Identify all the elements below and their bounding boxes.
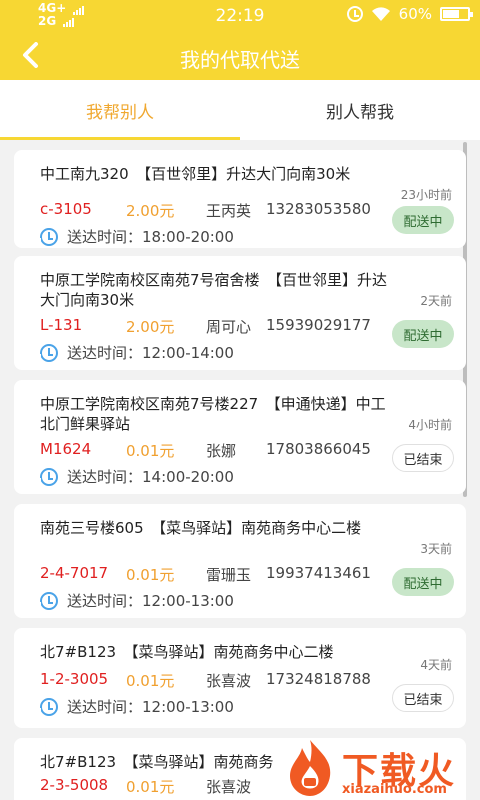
recipient-name: 周可心 bbox=[206, 318, 252, 336]
order-card[interactable]: 北7#B123 【菜鸟驿站】南苑商务中心二楼 1-2-3005 0.01元 张喜… bbox=[14, 628, 466, 728]
status-badge: 配送中 bbox=[392, 206, 454, 234]
delivery-time-label: 送达时间： bbox=[67, 592, 143, 610]
order-card[interactable]: 中工南九320 【百世邻里】升达大门向南30米 c-3105 2.00元 王丙英… bbox=[14, 150, 466, 248]
tab-others-help-me[interactable]: 别人帮我 bbox=[240, 80, 480, 140]
delivery-time-range: 12:00-13:00 bbox=[142, 591, 234, 610]
posted-time: 4小时前 bbox=[408, 418, 452, 432]
status-badge: 配送中 bbox=[392, 568, 454, 596]
status-badge: 配送中 bbox=[392, 320, 454, 348]
tab-help-others[interactable]: 我帮别人 bbox=[0, 80, 240, 140]
order-price: 0.01元 bbox=[126, 778, 175, 796]
order-price: 0.01元 bbox=[126, 442, 175, 460]
posted-time: 4天前 bbox=[420, 658, 452, 672]
delivery-time-range: 18:00-20:00 bbox=[142, 227, 234, 246]
pickup-code: L-131 bbox=[40, 316, 83, 334]
order-price: 0.01元 bbox=[126, 566, 175, 584]
alarm-icon bbox=[346, 6, 363, 22]
recipient-phone: 15939029177 bbox=[266, 316, 371, 334]
posted-time: 3天前 bbox=[420, 542, 452, 556]
status-badge: 已结束 bbox=[392, 684, 454, 712]
order-price: 2.00元 bbox=[126, 318, 175, 336]
app-header: 4G+ 2G 22:19 60% 我的代取代送 bbox=[0, 0, 480, 80]
order-list[interactable]: 中工南九320 【百世邻里】升达大门向南30米 c-3105 2.00元 王丙英… bbox=[0, 140, 480, 800]
order-price: 0.01元 bbox=[126, 672, 175, 690]
recipient-phone: 17324818788 bbox=[266, 670, 371, 688]
pickup-code: M1624 bbox=[40, 440, 92, 458]
status-bar: 4G+ 2G 22:19 60% bbox=[0, 0, 480, 30]
order-address: 北7#B123 【菜鸟驿站】南苑商务中心二楼 bbox=[40, 643, 334, 661]
delivery-time-range: 12:00-13:00 bbox=[142, 697, 234, 716]
recipient-phone: 17803866045 bbox=[266, 440, 371, 458]
pickup-code: c-3105 bbox=[40, 200, 92, 218]
clock-icon bbox=[38, 591, 58, 610]
order-address: 中工南九320 【百世邻里】升达大门向南30米 bbox=[40, 165, 351, 183]
delivery-time-range: 12:00-14:00 bbox=[142, 343, 234, 362]
recipient-phone: 13283053580 bbox=[266, 200, 371, 218]
order-card[interactable]: 中原工学院南校区南苑7号楼227 【申通快递】中工北门鲜果驿站 M1624 0.… bbox=[14, 380, 466, 494]
battery-icon bbox=[440, 7, 473, 21]
delivery-time-label: 送达时间： bbox=[67, 698, 143, 716]
page-title: 我的代取代送 bbox=[180, 48, 300, 72]
recipient-name: 雷珊玉 bbox=[206, 566, 252, 584]
order-card[interactable]: 南苑三号楼605 【菜鸟驿站】南苑商务中心二楼 2-4-7017 0.01元 雷… bbox=[14, 504, 466, 618]
tab-bar: 我帮别人 别人帮我 bbox=[0, 80, 480, 140]
clock-icon bbox=[38, 343, 58, 362]
delivery-time-range: 14:00-20:00 bbox=[142, 467, 234, 486]
flame-logo-icon bbox=[290, 740, 331, 796]
delivery-time-label: 送达时间： bbox=[67, 228, 143, 246]
posted-time: 2天前 bbox=[420, 294, 452, 308]
order-address: 中原工学院南校区南苑7号宿舍楼 【百世邻里】升达大门向南30米 bbox=[40, 271, 388, 309]
clock-icon bbox=[38, 467, 58, 486]
status-badge: 已结束 bbox=[392, 444, 454, 472]
pickup-code: 1-2-3005 bbox=[40, 670, 109, 688]
battery-percent: 60% bbox=[398, 5, 432, 23]
wifi-icon bbox=[371, 6, 391, 22]
clock-icon bbox=[38, 227, 58, 246]
recipient-phone: 19937413461 bbox=[266, 564, 371, 582]
delivery-time-label: 送达时间： bbox=[67, 344, 143, 362]
recipient-name: 张喜波 bbox=[206, 778, 252, 796]
clock-icon bbox=[38, 697, 58, 716]
recipient-name: 王丙英 bbox=[206, 202, 252, 220]
order-price: 2.00元 bbox=[126, 202, 175, 220]
recipient-name: 张娜 bbox=[206, 442, 237, 460]
recipient-name: 张喜波 bbox=[206, 672, 252, 690]
pickup-code: 2-4-7017 bbox=[40, 564, 109, 582]
watermark: 下载火 xiazaihuo.com bbox=[280, 736, 480, 800]
order-address: 南苑三号楼605 【菜鸟驿站】南苑商务中心二楼 bbox=[40, 519, 362, 537]
delivery-time-label: 送达时间： bbox=[67, 468, 143, 486]
pickup-code: 2-3-5008 bbox=[40, 776, 109, 794]
order-card[interactable]: 中原工学院南校区南苑7号宿舍楼 【百世邻里】升达大门向南30米 L-131 2.… bbox=[14, 256, 466, 370]
order-address: 中原工学院南校区南苑7号楼227 【申通快递】中工北门鲜果驿站 bbox=[40, 395, 386, 433]
posted-time: 23小时前 bbox=[400, 188, 452, 202]
watermark-url: xiazaihuo.com bbox=[342, 782, 447, 797]
